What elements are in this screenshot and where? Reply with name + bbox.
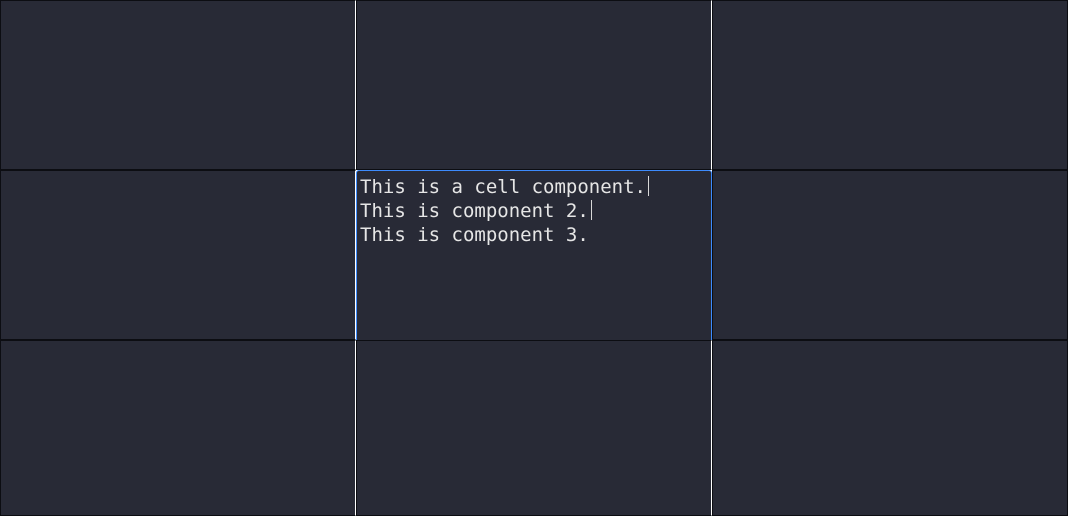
cell-r3-c2[interactable] [356, 340, 712, 516]
active-cell-editor[interactable]: This is a cell component. This is compon… [356, 170, 712, 340]
cell-r1-c2[interactable] [356, 0, 712, 170]
cell-r1-c1[interactable] [0, 0, 356, 170]
cell-r3-c3[interactable] [712, 340, 1068, 516]
cell-r3-c1[interactable] [0, 340, 356, 516]
editor-line-1[interactable]: This is a cell component. [360, 175, 711, 199]
editor-line-3-text: This is component 3. [360, 224, 589, 246]
editor-line-1-text: This is a cell component. [360, 176, 646, 198]
cell-r2-c3[interactable] [712, 170, 1068, 340]
editor-line-3[interactable]: This is component 3. [360, 223, 711, 247]
cell-grid: This is a cell component. This is compon… [0, 0, 1068, 516]
text-caret [647, 176, 649, 196]
text-caret [590, 200, 592, 220]
cell-r1-c3[interactable] [712, 0, 1068, 170]
editor-line-2-text: This is component 2. [360, 200, 589, 222]
editor-line-2[interactable]: This is component 2. [360, 199, 711, 223]
cell-r2-c1[interactable] [0, 170, 356, 340]
